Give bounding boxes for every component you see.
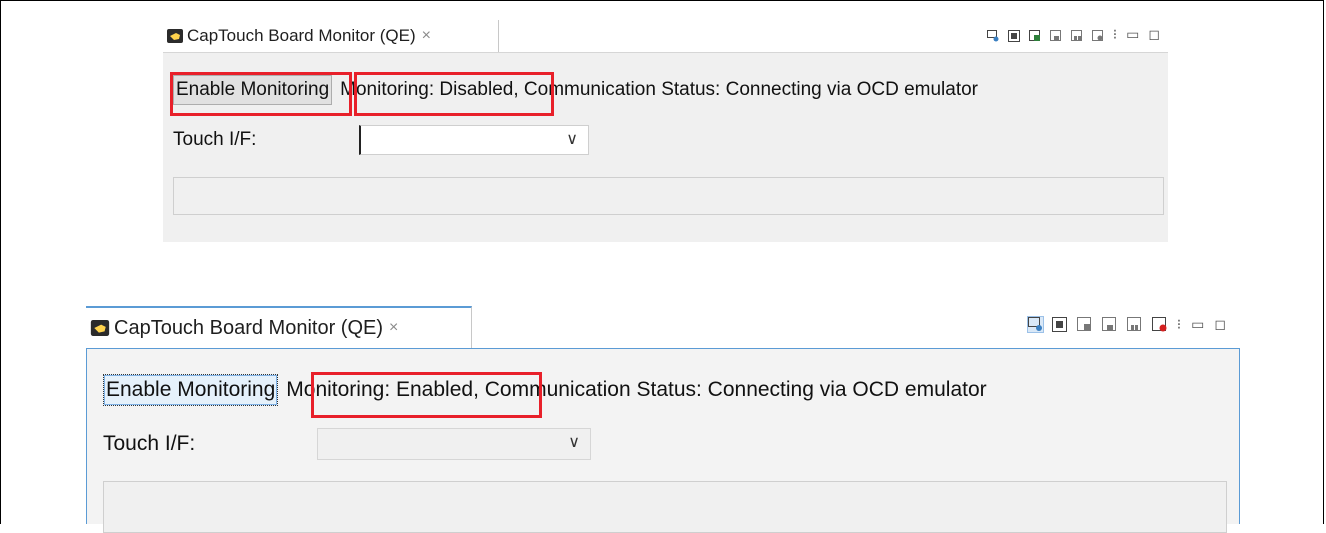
monitor-status-row: Enable Monitoring Monitoring: Enabled , … xyxy=(103,374,987,406)
export-icon[interactable] xyxy=(1101,317,1117,332)
touch-if-select[interactable]: ∨ xyxy=(359,125,589,155)
snapshot-icon[interactable] xyxy=(1028,29,1041,41)
monitor-display-area xyxy=(173,177,1164,215)
import-icon[interactable] xyxy=(1126,317,1142,332)
view-menu-icon[interactable]: ⁝ xyxy=(1177,316,1181,333)
monitor-display-area xyxy=(103,481,1227,533)
view-toolbar: ⁝ ▭ ◻ xyxy=(986,26,1160,43)
touch-if-row: Touch I/F: ∨ xyxy=(103,428,591,460)
snapshot-icon[interactable] xyxy=(1076,317,1092,332)
captouch-monitor-panel-disabled: CapTouch Board Monitor (QE) × ⁝ ▭ ◻ Enab… xyxy=(163,20,1168,242)
close-icon[interactable]: × xyxy=(389,319,398,337)
board-icon[interactable] xyxy=(1007,29,1020,42)
view-tab-bar: CapTouch Board Monitor (QE) × ⁝ ▭ ◻ xyxy=(163,20,1168,52)
highlight-status-2 xyxy=(311,372,542,418)
export-icon[interactable] xyxy=(1049,29,1062,41)
record-icon[interactable] xyxy=(1151,317,1167,332)
captouch-monitor-panel-enabled: CapTouch Board Monitor (QE) × ⁝ ▭ ◻ Enab… xyxy=(86,306,1240,533)
touch-if-row: Touch I/F: ∨ xyxy=(173,125,589,155)
communication-status: , Communication Status: Connecting via O… xyxy=(473,378,987,401)
touch-if-label: Touch I/F: xyxy=(103,432,196,455)
tab-captouch-board-monitor[interactable]: CapTouch Board Monitor (QE) × xyxy=(163,20,499,52)
monitor-refresh-icon[interactable] xyxy=(1026,316,1044,333)
hand-touch-icon xyxy=(167,29,183,43)
touch-if-select[interactable]: ∨ xyxy=(317,428,591,460)
monitor-content: Enable Monitoring Monitoring: Enabled , … xyxy=(86,348,1240,533)
touch-if-label: Touch I/F: xyxy=(173,129,257,150)
view-tab-bar: CapTouch Board Monitor (QE) × ⁝ ▭ ◻ xyxy=(86,306,1240,348)
hand-touch-icon xyxy=(90,320,110,336)
view-menu-icon[interactable]: ⁝ xyxy=(1113,26,1117,43)
minimize-icon[interactable]: ▭ xyxy=(1126,26,1139,43)
record-icon[interactable] xyxy=(1091,29,1104,41)
chevron-down-icon[interactable]: ∨ xyxy=(566,129,578,149)
maximize-icon[interactable]: ◻ xyxy=(1148,26,1160,43)
tab-title: CapTouch Board Monitor (QE) xyxy=(187,26,416,45)
tab-captouch-board-monitor[interactable]: CapTouch Board Monitor (QE) × xyxy=(86,306,472,348)
monitor-refresh-icon[interactable] xyxy=(986,29,999,41)
view-toolbar: ⁝ ▭ ◻ xyxy=(1026,316,1226,333)
minimize-icon[interactable]: ▭ xyxy=(1191,316,1204,333)
tab-title: CapTouch Board Monitor (QE) xyxy=(114,316,384,339)
enable-monitoring-button[interactable]: Enable Monitoring xyxy=(103,374,279,406)
highlight-enable-button-1 xyxy=(170,72,352,116)
maximize-icon[interactable]: ◻ xyxy=(1214,316,1226,333)
chevron-down-icon[interactable]: ∨ xyxy=(568,432,580,452)
board-icon[interactable] xyxy=(1051,317,1067,332)
communication-status: , Communication Status: Connecting via O… xyxy=(513,79,979,100)
import-icon[interactable] xyxy=(1070,29,1083,41)
close-icon[interactable]: × xyxy=(422,27,431,45)
highlight-status-1 xyxy=(354,72,554,116)
